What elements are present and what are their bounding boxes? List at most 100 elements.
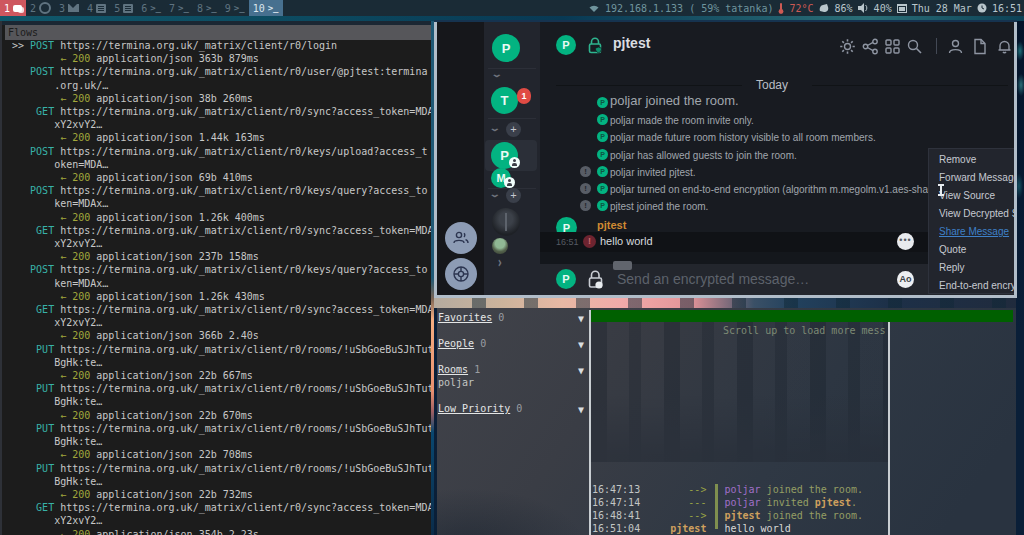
flow-line[interactable]: xY2xvY2… [12,514,431,527]
flow-line[interactable]: ← 200 application/json 366b 2.40s [12,329,431,342]
chevron-down-icon[interactable]: ⌄ [491,69,503,79]
section-collapse-arrow[interactable]: ▼ [578,365,584,376]
section-collapse-arrow[interactable]: ▼ [578,404,584,415]
add-room-button[interactable]: + [506,188,521,203]
chevron-down-icon[interactable]: ⌄ [489,189,501,199]
input-lock-icon [587,270,604,289]
workspace-8[interactable]: 8>_ [193,0,221,16]
menu-item-view-decrypted-source[interactable]: View Decrypted Source [939,207,1017,225]
room-avatar-t[interactable]: T [491,87,518,114]
flow-line[interactable]: xY2xvY2… [12,118,431,131]
room-avatar-image[interactable] [492,238,508,254]
buffer-list-item[interactable]: Rooms 1 [438,363,480,376]
flow-line[interactable]: PUT https://termina.org.uk/_matrix/clien… [12,343,431,356]
flow-line[interactable]: ← 200 application/json 22b 732ms [12,488,431,501]
buffer-list-item[interactable]: Low Priority 0 [438,402,522,415]
timeline-event[interactable]: Ppoljar made the room invite only. [540,112,1014,129]
rooms-people-button[interactable] [445,222,477,254]
mitmproxy-terminal: Flows >> POST https://termina.org.uk/_ma… [0,21,431,535]
workspace-5[interactable]: 5 [110,0,137,16]
flow-line[interactable]: .org.uk/… [12,79,431,92]
terminal-icon: >_ [268,3,279,13]
room-header-avatar[interactable]: P [556,35,576,55]
flow-line[interactable]: ← 200 application/json 22b 708ms [12,448,431,461]
flow-line[interactable]: ← 200 application/json 69b 410ms [12,171,431,184]
flow-line[interactable]: xY2xvY2… [12,237,431,250]
flow-line[interactable]: xY2xvY2… [12,316,431,329]
event-avatar: P [597,149,608,160]
user-avatar[interactable]: P [492,34,520,62]
message-input[interactable]: Send an encrypted message… [617,271,809,287]
flow-line[interactable]: ← 200 application/json 237b 158ms [12,250,431,263]
settings-wheel-button[interactable] [445,258,477,290]
flow-line[interactable]: ← 200 application/json 38b 260ms [12,92,431,105]
flow-line[interactable]: BgHk:te… [12,435,431,448]
grid-icon[interactable] [884,38,901,55]
flow-line[interactable]: PUT https://termina.org.uk/_matrix/clien… [12,422,431,435]
menu-item-remove[interactable]: Remove [939,153,976,171]
workspace-10[interactable]: 10>_ [249,0,283,16]
file-icon[interactable] [972,38,988,55]
search-icon[interactable] [906,38,923,55]
flow-line[interactable]: BgHk:te… [12,356,431,369]
settings-gear-icon[interactable] [839,38,856,55]
workspace-7[interactable]: 7>_ [165,0,193,16]
chevron-down-icon[interactable]: ⌄ [489,123,501,133]
workspace-9[interactable]: 9>_ [221,0,249,16]
flow-line[interactable]: PUT https://termina.org.uk/_matrix/clien… [12,382,431,395]
members-icon[interactable] [947,38,964,55]
buffer-list-item[interactable]: People 0 [438,337,486,350]
message-options-button[interactable]: ••• [897,233,914,250]
flow-line[interactable]: ← 200 application/json 22b 670ms [12,409,431,422]
timeline-event[interactable]: Ppoljar made future room history visible… [540,129,1014,146]
flow-line[interactable]: POST https://termina.org.uk/_matrix/clie… [12,65,431,78]
menu-item-forward-message[interactable]: Forward Message [939,171,1017,189]
flow-line[interactable]: ← 200 application/json 1.26k 400ms [12,211,431,224]
workspace-6[interactable]: 6>_ [137,0,165,16]
flow-line[interactable]: oken=MDA… [12,158,431,171]
flow-line[interactable]: POST https://termina.org.uk/_matrix/clie… [12,184,431,197]
flow-line[interactable]: BgHk:te… [12,395,431,408]
flow-line[interactable]: ← 200 application/json 1.26k 430ms [12,290,431,303]
flow-line[interactable]: POST https://termina.org.uk/_matrix/clie… [12,263,431,276]
menu-item-reply[interactable]: Reply [939,261,965,279]
workspace-1[interactable]: 1 [0,0,26,16]
text-format-button[interactable]: Ao [897,271,914,288]
buffer-list-item[interactable]: Favorites 0 [438,311,504,324]
room-avatar-image[interactable] [492,208,520,236]
flow-line[interactable]: GET https://termina.org.uk/_matrix/clien… [12,501,431,514]
menu-item-view-source[interactable]: View Source [939,189,995,207]
flow-line[interactable]: >> POST https://termina.org.uk/_matrix/c… [12,39,431,52]
flow-line[interactable]: ← 200 application/json 354b 2.23s [12,528,431,535]
presence-badge [509,157,520,168]
flow-line[interactable]: POST https://termina.org.uk/_matrix/clie… [12,145,431,158]
message-sender[interactable]: pjtest [597,219,626,231]
share-icon[interactable] [862,38,879,55]
column-separator [888,322,890,535]
flow-line[interactable]: GET https://termina.org.uk/_matrix/clien… [12,224,431,237]
workspace-number: 10 [253,3,265,14]
flow-line[interactable]: BgHk:te… [12,475,431,488]
chevron-right-icon[interactable]: ⌄ [493,257,503,269]
flows-list[interactable]: >> POST https://termina.org.uk/_matrix/c… [12,39,431,535]
buffer-list-item[interactable]: poljar [438,376,474,389]
flow-line[interactable]: GET https://termina.org.uk/_matrix/clien… [12,303,431,316]
notification-bell-icon[interactable] [996,38,1013,55]
flow-line[interactable]: ken=MDAx… [12,277,431,290]
workspace-4[interactable]: 4 [83,0,110,16]
workspace-2[interactable]: 2 [26,0,55,16]
menu-item-quote[interactable]: Quote [939,243,966,261]
flow-line[interactable]: ← 200 application/json 363b 879ms [12,52,431,65]
menu-item-share-message[interactable]: Share Message [939,225,1009,243]
flow-line[interactable]: PUT https://termina.org.uk/_matrix/clien… [12,462,431,475]
activity-bar[interactable] [591,310,1013,322]
flow-line[interactable]: ← 200 application/json 1.44k 163ms [12,131,431,144]
timeline-event[interactable]: Ppoljar joined the room. [540,95,1014,112]
workspace-3[interactable]: 3 [55,0,83,16]
section-collapse-arrow[interactable]: ▼ [578,339,584,350]
flow-line[interactable]: ken=MDAx… [12,197,431,210]
flow-line[interactable]: GET https://termina.org.uk/_matrix/clien… [12,105,431,118]
flow-line[interactable]: ← 200 application/json 22b 667ms [12,369,431,382]
section-collapse-arrow[interactable]: ▼ [578,313,584,324]
add-room-button[interactable]: + [506,122,521,137]
